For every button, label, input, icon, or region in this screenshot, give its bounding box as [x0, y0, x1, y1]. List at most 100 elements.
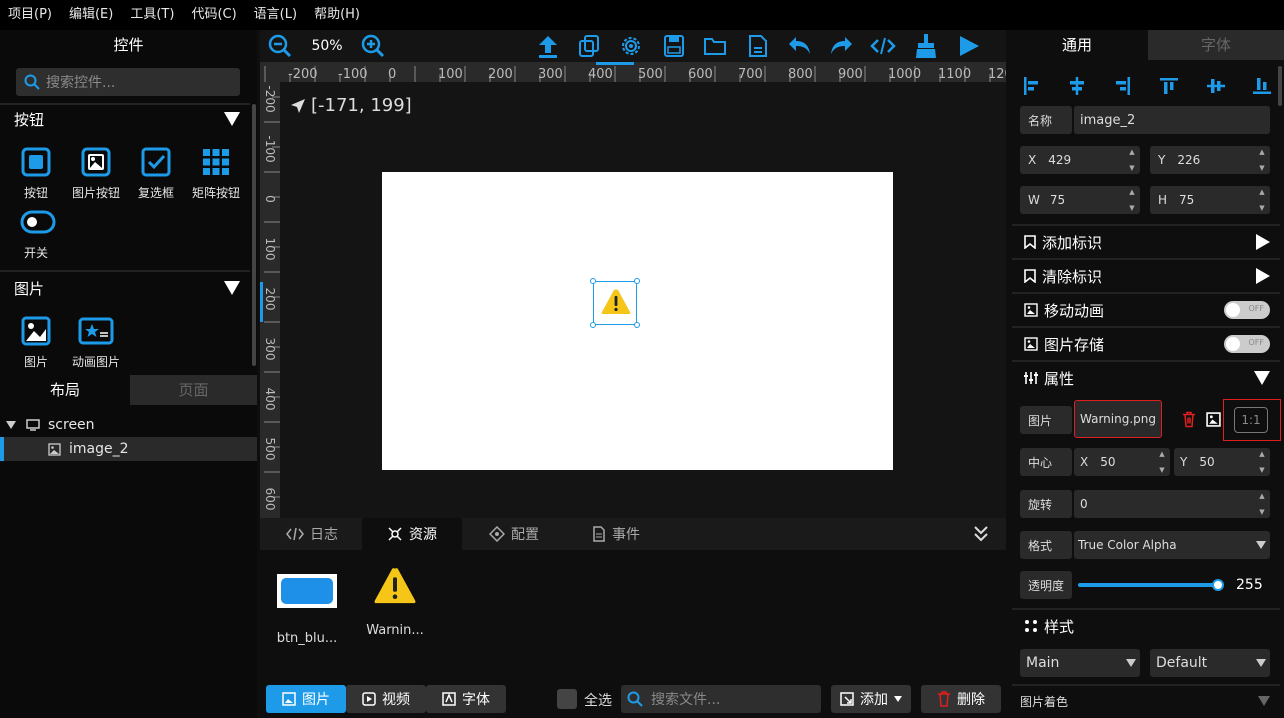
style-part-select[interactable]: Main [1020, 649, 1140, 677]
select-all-checkbox[interactable] [557, 689, 577, 709]
section-buttons[interactable]: 按钮 [0, 104, 250, 134]
undo-icon[interactable] [787, 34, 813, 58]
format-select[interactable]: True Color Alpha [1074, 531, 1270, 559]
y-input[interactable]: Y 226 ▲ ▼ [1150, 146, 1270, 174]
rotation-input[interactable]: 0 ▲ ▼ [1074, 490, 1270, 518]
menu-code[interactable]: 代码(C) [187, 0, 240, 30]
asset-btn-blue[interactable]: btn_blu... [272, 566, 342, 646]
delete-button[interactable]: 删除 [921, 685, 1001, 713]
h-input[interactable]: H 75 ▲ ▼ [1150, 186, 1270, 214]
folder-icon[interactable] [703, 34, 727, 58]
add-flag-row[interactable]: 添加标识 [1012, 226, 1280, 258]
filter-font-button[interactable]: 字体 [426, 685, 506, 713]
tab-config[interactable]: 配置 [464, 518, 564, 550]
widget-image[interactable]: 图片 [6, 315, 66, 370]
align-hcenter-icon[interactable] [1067, 76, 1087, 96]
menu-project[interactable]: 项目(P) [4, 0, 56, 30]
clean-broom-icon[interactable] [914, 33, 938, 59]
style-section[interactable]: 样式 [1012, 610, 1280, 642]
image-store-toggle[interactable]: OFF [1224, 335, 1270, 353]
section-images[interactable]: 图片 [0, 273, 250, 303]
filter-images-button[interactable]: 图片 [266, 685, 346, 713]
code-icon[interactable] [870, 34, 896, 58]
redo-icon[interactable] [828, 34, 854, 58]
menu-language[interactable]: 语言(L) [250, 0, 301, 30]
widget-switch[interactable]: 开关 [6, 206, 66, 261]
upload-icon[interactable] [537, 34, 559, 58]
filter-video-button[interactable]: 视频 [346, 685, 426, 713]
expand-arrow-icon[interactable] [1256, 268, 1270, 284]
new-file-icon[interactable] [747, 34, 769, 58]
tab-font[interactable]: 字体 [1148, 30, 1284, 60]
widget-search-input[interactable]: 搜索控件... [16, 68, 240, 96]
image-source-field[interactable]: Warning.png [1074, 400, 1162, 438]
add-button[interactable]: 添加 [831, 685, 911, 713]
resize-handle[interactable] [634, 322, 640, 328]
move-animation-toggle[interactable]: OFF [1224, 301, 1270, 319]
opacity-slider-track[interactable] [1078, 583, 1218, 587]
zoom-in-icon[interactable] [361, 34, 385, 58]
trash-icon[interactable] [1182, 411, 1196, 428]
file-search-input[interactable]: 搜索文件... [621, 685, 821, 713]
menu-edit[interactable]: 编辑(E) [65, 0, 117, 30]
widget-button[interactable]: 按钮 [6, 146, 66, 201]
align-left-icon[interactable] [1022, 76, 1042, 96]
spinner[interactable]: ▲ ▼ [1256, 450, 1268, 474]
center-x-input[interactable]: X 50 ▲ ▼ [1074, 448, 1170, 476]
tab-layout[interactable]: 布局 [0, 375, 130, 405]
properties-section[interactable]: 属性 [1012, 362, 1280, 394]
tree-node-screen[interactable]: screen [0, 413, 257, 437]
aspect-ratio-button[interactable]: 1:1 [1234, 407, 1268, 433]
resize-handle[interactable] [634, 278, 640, 284]
resize-handle[interactable] [590, 278, 596, 284]
widget-animated-image[interactable]: 动画图片 [66, 315, 126, 370]
x-input[interactable]: X 429 ▲ ▼ [1020, 146, 1140, 174]
spinner[interactable]: ▲ ▼ [1256, 492, 1268, 516]
collapse-chevrons-icon[interactable] [973, 525, 989, 543]
tab-resources[interactable]: 资源 [362, 518, 462, 550]
widget-image-button[interactable]: 图片按钮 [66, 146, 126, 201]
collapse-triangle-icon[interactable] [1258, 696, 1270, 706]
collapse-triangle-icon[interactable] [1254, 371, 1270, 385]
selected-image-2[interactable] [590, 278, 640, 328]
align-right-icon[interactable] [1112, 76, 1132, 96]
collapse-triangle-icon[interactable] [224, 112, 240, 126]
spinner[interactable]: ▲ ▼ [1126, 188, 1138, 212]
copy-icon[interactable] [578, 34, 600, 58]
screen-preview[interactable] [382, 172, 893, 470]
resize-handle[interactable] [590, 322, 596, 328]
save-icon[interactable] [663, 34, 685, 58]
w-input[interactable]: W 75 ▲ ▼ [1020, 186, 1140, 214]
menu-tools[interactable]: 工具(T) [126, 0, 178, 30]
align-vcenter-icon[interactable] [1206, 76, 1226, 96]
tree-node-image-2[interactable]: image_2 [0, 437, 257, 461]
scrollbar[interactable] [252, 104, 256, 366]
tab-log[interactable]: 日志 [264, 518, 360, 550]
style-state-select[interactable]: Default [1150, 649, 1270, 677]
asset-warning[interactable]: Warnin... [360, 566, 430, 638]
center-y-input[interactable]: Y 50 ▲ ▼ [1174, 448, 1270, 476]
spinner[interactable]: ▲ ▼ [1256, 188, 1268, 212]
collapse-triangle-icon[interactable] [224, 281, 240, 295]
expand-arrow-icon[interactable] [6, 421, 16, 429]
align-top-icon[interactable] [1159, 76, 1179, 96]
opacity-slider-handle[interactable] [1212, 579, 1224, 591]
zoom-out-icon[interactable] [268, 34, 292, 58]
clear-flag-row[interactable]: 清除标识 [1012, 260, 1280, 292]
spinner[interactable]: ▲ ▼ [1126, 148, 1138, 172]
image-picker-icon[interactable] [1206, 412, 1221, 427]
expand-arrow-icon[interactable] [1256, 234, 1270, 250]
name-input[interactable]: image_2 [1074, 106, 1270, 134]
tab-page[interactable]: 页面 [130, 375, 257, 405]
run-play-icon[interactable] [958, 34, 980, 58]
tab-events[interactable]: 事件 [566, 518, 666, 550]
tab-general[interactable]: 通用 [1008, 30, 1146, 60]
menu-help[interactable]: 帮助(H) [310, 0, 364, 30]
widget-checkbox[interactable]: 复选框 [126, 146, 186, 201]
spinner[interactable]: ▲ ▼ [1256, 148, 1268, 172]
widget-button-matrix[interactable]: 矩阵按钮 [186, 146, 246, 201]
spinner[interactable]: ▲ ▼ [1156, 450, 1168, 474]
settings-gear-icon[interactable] [619, 34, 643, 58]
align-bottom-icon[interactable] [1252, 76, 1272, 96]
scrollbar[interactable] [1278, 66, 1282, 106]
